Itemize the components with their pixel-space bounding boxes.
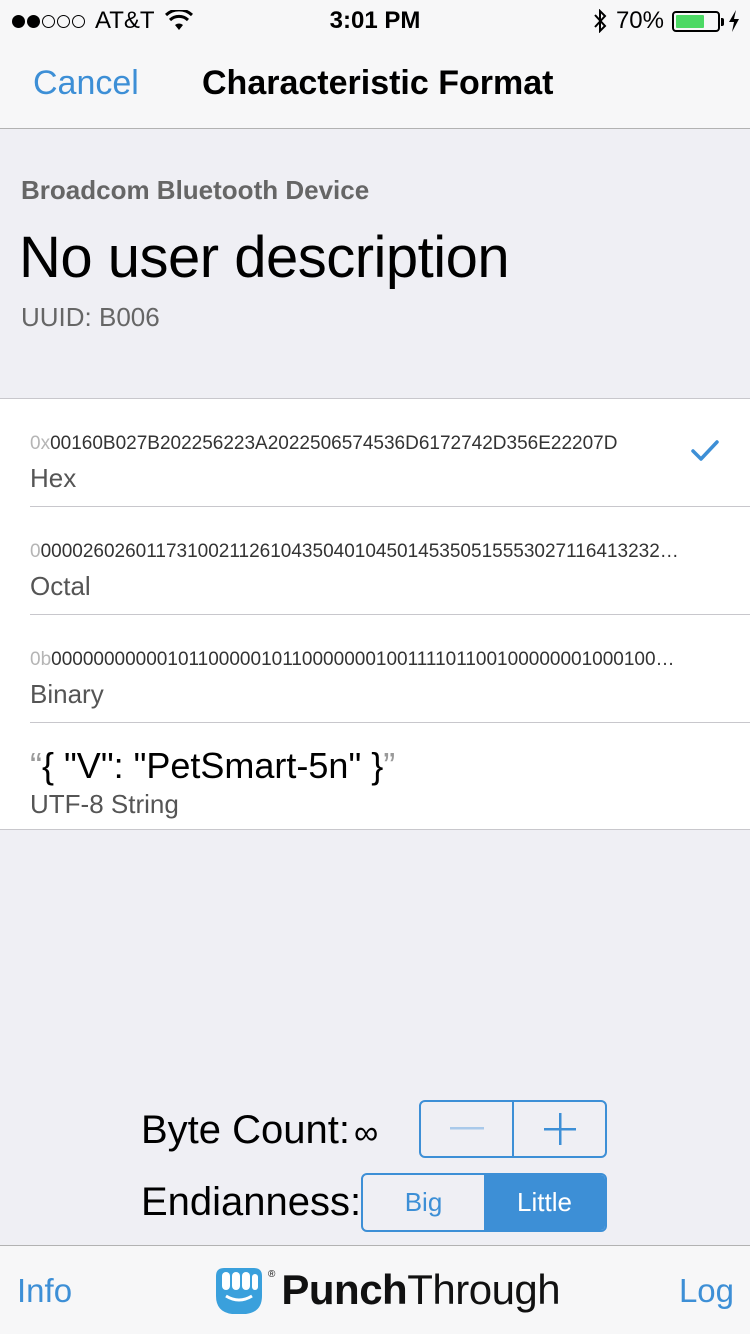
page-title: Characteristic Format (202, 64, 554, 102)
byte-count-label: Byte Count: (141, 1108, 351, 1152)
endianness-label: Endianness: (141, 1180, 362, 1224)
binary-value: 0b00000000000101100000101100000001001111… (30, 649, 720, 671)
fist-logo-icon (216, 1268, 262, 1314)
hex-label: Hex (30, 463, 77, 493)
info-button[interactable]: Info (17, 1272, 72, 1310)
utf8-value: “{ "V": "PetSmart-5n" }” (30, 745, 395, 787)
hex-digits: 00160B027B202256223A2022506574536D617274… (50, 433, 618, 454)
registered-mark: ® (268, 1268, 276, 1280)
user-description: No user description (19, 225, 510, 290)
octal-label: Octal (30, 571, 91, 601)
log-button[interactable]: Log (679, 1272, 734, 1310)
close-quote: ” (383, 745, 396, 786)
checkmark-icon (691, 440, 719, 461)
battery-fill (676, 14, 704, 28)
device-name: Broadcom Bluetooth Device (21, 175, 370, 205)
format-list: 0x00160B027B202256223A2022506574536D6172… (0, 398, 750, 830)
battery-percent: 70% (615, 7, 664, 34)
logo-text: PunchThrough (281, 1266, 560, 1314)
punchthrough-logo: ® PunchThrough (210, 1262, 561, 1318)
format-row-hex[interactable]: 0x00160B027B202256223A2022506574536D6172… (0, 399, 750, 507)
decrement-button[interactable] (421, 1102, 512, 1156)
utf8-label: UTF-8 String (30, 789, 179, 819)
endianness-segmented-control: Big Little (361, 1173, 607, 1232)
format-row-utf8[interactable]: “{ "V": "PetSmart-5n" }” UTF-8 String (0, 723, 750, 831)
octal-value: 0000026026011731002112610435040104501453… (30, 541, 720, 563)
hex-prefix: 0x (30, 433, 51, 454)
cancel-button[interactable]: Cancel (33, 64, 139, 103)
endianness-little-option[interactable]: Little (484, 1175, 605, 1230)
uuid-label: UUID: B006 (21, 302, 160, 332)
utf8-string: { "V": "PetSmart-5n" } (42, 745, 384, 786)
octal-digits: 0000260260117310021126104350401045014535… (40, 541, 679, 562)
hex-value: 0x00160B027B202256223A2022506574536D6172… (30, 433, 720, 455)
charging-bolt-icon (729, 10, 739, 32)
minus-icon (449, 1127, 484, 1130)
binary-digits: 0000000000010110000010110000000100111101… (51, 649, 675, 670)
byte-count-stepper (419, 1100, 607, 1158)
endianness-big-option[interactable]: Big (363, 1175, 484, 1230)
format-row-octal[interactable]: 0000026026011731002112610435040104501453… (0, 507, 750, 615)
format-row-binary[interactable]: 0b00000000000101100000101100000001001111… (0, 615, 750, 723)
bluetooth-icon (594, 9, 607, 33)
battery-icon (672, 10, 724, 32)
logo-text-regular: Through (407, 1266, 561, 1313)
logo-text-bold: Punch (281, 1266, 408, 1313)
navigation-bar: Cancel Characteristic Format (0, 40, 750, 129)
increment-button[interactable] (512, 1102, 605, 1156)
plus-icon (543, 1113, 576, 1145)
status-right: 70% (592, 7, 740, 35)
binary-label: Binary (30, 679, 104, 709)
status-bar: AT&T 3:01 PM 70% (0, 0, 750, 40)
bottom-toolbar: Info ® PunchThrough Log (0, 1245, 750, 1334)
binary-prefix: 0b (30, 649, 52, 670)
battery-tip (721, 17, 724, 26)
octal-prefix: 0 (30, 541, 41, 562)
byte-count-value: ∞ (354, 1114, 379, 1152)
open-quote: “ (30, 745, 42, 786)
